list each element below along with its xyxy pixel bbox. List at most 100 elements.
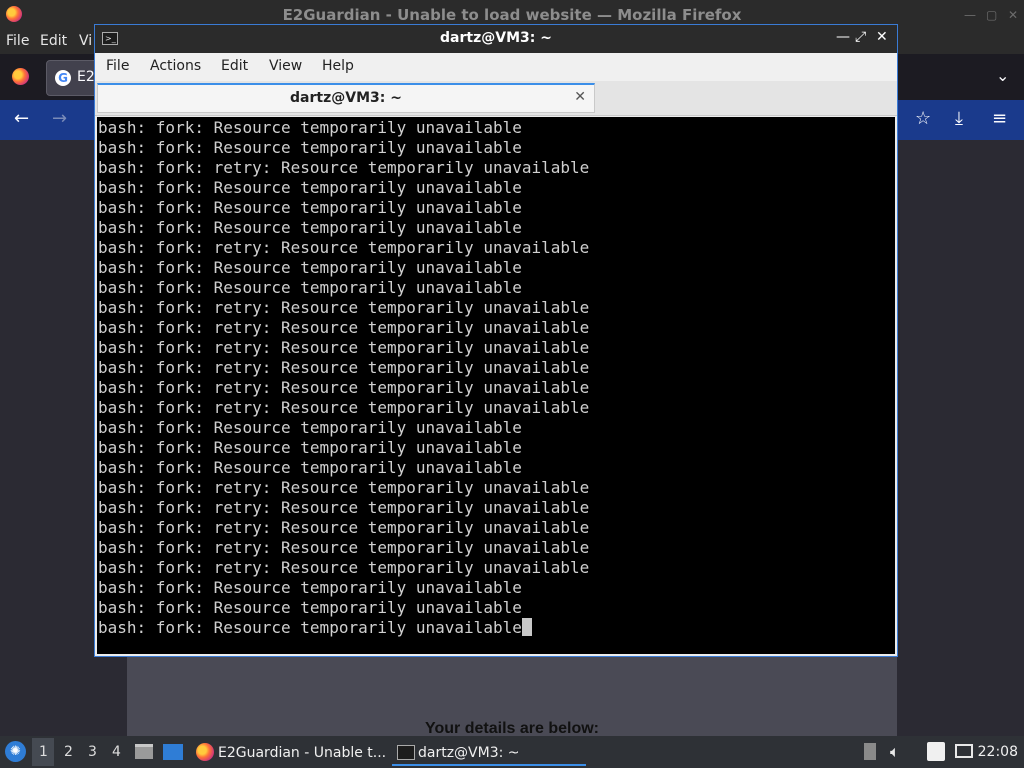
- chevron-down-icon[interactable]: ⌄: [996, 66, 1009, 85]
- terminal-line: bash: fork: retry: Resource temporarily …: [98, 498, 589, 518]
- firefox-tab[interactable]: G E2: [46, 60, 100, 96]
- forward-arrow-icon[interactable]: →: [52, 108, 67, 129]
- terminal-tab-label: dartz@VM3: ~: [290, 90, 402, 106]
- minimize-icon[interactable]: —: [836, 29, 850, 45]
- tab-close-icon[interactable]: ✕: [574, 89, 586, 105]
- hamburger-menu-icon[interactable]: ≡: [992, 108, 1007, 129]
- terminal-line-text: bash: fork: Resource temporarily unavail…: [98, 138, 522, 157]
- star-icon[interactable]: ☆: [915, 108, 931, 129]
- terminal-line: bash: fork: retry: Resource temporarily …: [98, 518, 589, 538]
- task-firefox[interactable]: E2Guardian - Unable t...: [192, 738, 388, 766]
- minimize-icon[interactable]: —: [964, 8, 976, 22]
- firefox-icon: [196, 743, 214, 761]
- terminal-line-text: bash: fork: Resource temporarily unavail…: [98, 458, 522, 477]
- clock: 22:08: [977, 744, 1018, 760]
- terminal-line-text: bash: fork: retry: Resource temporarily …: [98, 558, 590, 577]
- download-icon[interactable]: ⤓: [955, 108, 963, 129]
- workspace-1[interactable]: 1: [39, 744, 48, 760]
- terminal-line-text: bash: fork: retry: Resource temporarily …: [98, 498, 590, 517]
- start-menu-icon[interactable]: ✺: [5, 741, 26, 762]
- taskbar: ✺ 1 2 3 4 E2Guardian - Unable t... dartz…: [0, 736, 1024, 768]
- terminal-menu-edit[interactable]: Edit: [221, 58, 248, 74]
- terminal-line: bash: fork: Resource temporarily unavail…: [98, 278, 589, 298]
- terminal-line-text: bash: fork: Resource temporarily unavail…: [98, 258, 522, 277]
- terminal-line: bash: fork: retry: Resource temporarily …: [98, 338, 589, 358]
- network-icon[interactable]: [955, 744, 973, 758]
- terminal-menubar: File Actions Edit View Help: [95, 53, 897, 81]
- terminal-line: bash: fork: Resource temporarily unavail…: [98, 618, 589, 638]
- terminal-line: bash: fork: Resource temporarily unavail…: [98, 138, 589, 158]
- terminal-line: bash: fork: Resource temporarily unavail…: [98, 118, 589, 138]
- workspace-4[interactable]: 4: [112, 744, 121, 760]
- terminal-line-text: bash: fork: Resource temporarily unavail…: [98, 598, 522, 617]
- maximize-icon[interactable]: ⤢: [855, 29, 866, 45]
- terminal-line: bash: fork: Resource temporarily unavail…: [98, 198, 589, 218]
- terminal-line-text: bash: fork: retry: Resource temporarily …: [98, 318, 590, 337]
- terminal-line: bash: fork: Resource temporarily unavail…: [98, 178, 589, 198]
- firefox-icon[interactable]: [12, 68, 29, 85]
- terminal-output[interactable]: bash: fork: Resource temporarily unavail…: [97, 117, 895, 654]
- terminal-line: bash: fork: retry: Resource temporarily …: [98, 298, 589, 318]
- terminal-line-text: bash: fork: retry: Resource temporarily …: [98, 478, 590, 497]
- terminal-line: bash: fork: retry: Resource temporarily …: [98, 558, 589, 578]
- terminal-line-text: bash: fork: Resource temporarily unavail…: [98, 218, 522, 237]
- terminal-line-text: bash: fork: retry: Resource temporarily …: [98, 298, 590, 317]
- terminal-line-text: bash: fork: retry: Resource temporarily …: [98, 338, 590, 357]
- battery-icon[interactable]: [927, 742, 945, 761]
- terminal-line: bash: fork: retry: Resource temporarily …: [98, 378, 589, 398]
- firefox-menu-view[interactable]: Vi: [79, 33, 92, 49]
- firefox-menu-edit[interactable]: Edit: [40, 33, 67, 49]
- terminal-line-text: bash: fork: Resource temporarily unavail…: [98, 618, 522, 637]
- workspace-2[interactable]: 2: [64, 744, 73, 760]
- terminal-icon: [397, 745, 415, 760]
- terminal-line-text: bash: fork: retry: Resource temporarily …: [98, 398, 590, 417]
- maximize-icon[interactable]: ▢: [986, 8, 997, 22]
- terminal-line: bash: fork: Resource temporarily unavail…: [98, 438, 589, 458]
- file-manager-icon[interactable]: [135, 744, 153, 759]
- terminal-line-text: bash: fork: Resource temporarily unavail…: [98, 118, 522, 137]
- close-icon[interactable]: ✕: [876, 29, 888, 45]
- close-icon[interactable]: ✕: [1008, 8, 1018, 22]
- task-firefox-label: E2Guardian - Unable t...: [218, 745, 387, 761]
- back-arrow-icon[interactable]: ←: [14, 108, 29, 129]
- terminal-menu-file[interactable]: File: [106, 58, 129, 74]
- google-icon: G: [55, 70, 71, 86]
- terminal-lines: bash: fork: Resource temporarily unavail…: [98, 118, 589, 638]
- terminal-line-text: bash: fork: retry: Resource temporarily …: [98, 378, 590, 397]
- task-terminal[interactable]: dartz@VM3: ~: [392, 738, 586, 766]
- terminal-line: bash: fork: retry: Resource temporarily …: [98, 398, 589, 418]
- terminal-titlebar: >_ dartz@VM3: ~ — ⤢ ✕: [95, 25, 897, 53]
- terminal-tabbar: dartz@VM3: ~ ✕: [95, 81, 897, 116]
- terminal-line-text: bash: fork: retry: Resource temporarily …: [98, 518, 590, 537]
- terminal-line: bash: fork: Resource temporarily unavail…: [98, 418, 589, 438]
- terminal-line-text: bash: fork: Resource temporarily unavail…: [98, 278, 522, 297]
- terminal-line: bash: fork: Resource temporarily unavail…: [98, 458, 589, 478]
- terminal-menu-view[interactable]: View: [269, 58, 302, 74]
- show-desktop-icon[interactable]: [163, 744, 183, 760]
- terminal-line-text: bash: fork: Resource temporarily unavail…: [98, 178, 522, 197]
- clipboard-icon[interactable]: [864, 743, 876, 760]
- firefox-window-title: E2Guardian - Unable to load website — Mo…: [282, 6, 742, 24]
- terminal-tab[interactable]: dartz@VM3: ~ ✕: [97, 83, 595, 113]
- terminal-line-text: bash: fork: retry: Resource temporarily …: [98, 358, 590, 377]
- firefox-menu-file[interactable]: File: [6, 33, 29, 49]
- terminal-line: bash: fork: retry: Resource temporarily …: [98, 238, 589, 258]
- terminal-line-text: bash: fork: Resource temporarily unavail…: [98, 578, 522, 597]
- terminal-menu-help[interactable]: Help: [322, 58, 354, 74]
- terminal-line: bash: fork: retry: Resource temporarily …: [98, 478, 589, 498]
- terminal-line-text: bash: fork: retry: Resource temporarily …: [98, 158, 590, 177]
- terminal-line: bash: fork: retry: Resource temporarily …: [98, 158, 589, 178]
- volume-icon[interactable]: 🔈︎: [890, 742, 900, 762]
- task-terminal-label: dartz@VM3: ~: [418, 745, 520, 761]
- terminal-line: bash: fork: Resource temporarily unavail…: [98, 578, 589, 598]
- terminal-cursor: [521, 618, 532, 636]
- terminal-line: bash: fork: retry: Resource temporarily …: [98, 358, 589, 378]
- terminal-menu-actions[interactable]: Actions: [150, 58, 201, 74]
- terminal-window: >_ dartz@VM3: ~ — ⤢ ✕ File Actions Edit …: [95, 25, 897, 656]
- terminal-line: bash: fork: retry: Resource temporarily …: [98, 318, 589, 338]
- terminal-line-text: bash: fork: retry: Resource temporarily …: [98, 238, 590, 257]
- terminal-line: bash: fork: Resource temporarily unavail…: [98, 218, 589, 238]
- terminal-line-text: bash: fork: Resource temporarily unavail…: [98, 198, 522, 217]
- workspace-3[interactable]: 3: [88, 744, 97, 760]
- terminal-line-text: bash: fork: Resource temporarily unavail…: [98, 418, 522, 437]
